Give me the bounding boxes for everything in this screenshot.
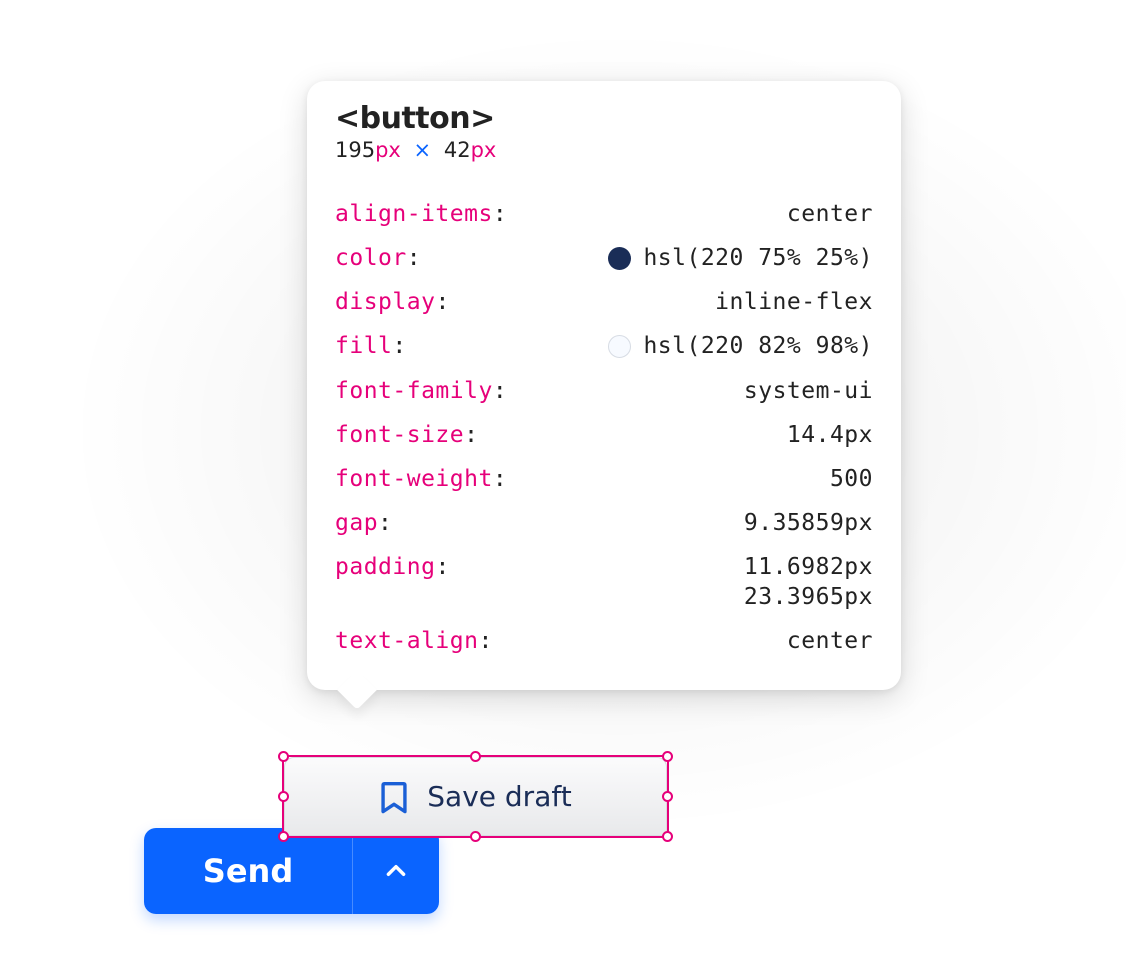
prop-row: font-family: system-ui (335, 369, 873, 413)
prop-name: text-align: (335, 629, 493, 653)
resize-handle-icon[interactable] (470, 831, 481, 842)
send-button-group: Send (144, 828, 439, 914)
prop-name: color: (335, 246, 421, 270)
resize-handle-icon[interactable] (278, 751, 289, 762)
color-swatch-icon (608, 335, 631, 358)
resize-handle-icon[interactable] (662, 791, 673, 802)
prop-name: display: (335, 290, 450, 314)
prop-row: gap: 9.35859px (335, 501, 873, 545)
prop-row: font-size: 14.4px (335, 413, 873, 457)
dim-width-unit: px (375, 138, 401, 162)
resize-handle-icon[interactable] (278, 831, 289, 842)
prop-row: align-items: center (335, 192, 873, 236)
prop-value: inline-flex (715, 290, 873, 314)
prop-name: font-family: (335, 379, 507, 403)
prop-row: display: inline-flex (335, 280, 873, 324)
prop-value: 11.6982px 23.3965px (744, 555, 873, 609)
inspected-tag: <button> (335, 101, 873, 136)
resize-handle-icon[interactable] (662, 751, 673, 762)
send-dropdown-toggle[interactable] (353, 828, 439, 914)
resize-handle-icon[interactable] (470, 751, 481, 762)
prop-value: 9.35859px (744, 511, 873, 535)
dim-width: 195 (335, 138, 375, 162)
prop-value: system-ui (744, 379, 873, 403)
inspected-dimensions: 195px × 42px (335, 138, 873, 162)
dim-times: × (414, 138, 432, 162)
send-button[interactable]: Send (144, 828, 353, 914)
prop-value: center (787, 202, 873, 226)
resize-handle-icon[interactable] (278, 791, 289, 802)
prop-value: hsl(220 82% 98%) (608, 334, 873, 358)
inspector-tooltip: <button> 195px × 42px align-items: cente… (307, 81, 901, 690)
resize-handle-icon[interactable] (662, 831, 673, 842)
dim-height-unit: px (471, 138, 497, 162)
prop-name: font-weight: (335, 467, 507, 491)
prop-row: fill: hsl(220 82% 98%) (335, 324, 873, 368)
prop-name: gap: (335, 511, 392, 535)
prop-value: center (787, 629, 873, 653)
selection-outline (282, 755, 669, 838)
prop-name: fill: (335, 334, 407, 358)
prop-value: hsl(220 75% 25%) (608, 246, 873, 270)
dim-height: 42 (444, 138, 471, 162)
prop-row: text-align: center (335, 619, 873, 663)
prop-row: padding: 11.6982px 23.3965px (335, 545, 873, 619)
send-label: Send (203, 852, 293, 890)
chevron-up-icon (383, 858, 409, 884)
prop-value: 500 (830, 467, 873, 491)
prop-row: font-weight: 500 (335, 457, 873, 501)
prop-name: align-items: (335, 202, 507, 226)
prop-value: 14.4px (787, 423, 873, 447)
prop-name: padding: (335, 555, 450, 579)
prop-name: font-size: (335, 423, 478, 447)
prop-row: color: hsl(220 75% 25%) (335, 236, 873, 280)
tooltip-arrow-icon (337, 670, 377, 710)
color-swatch-icon (608, 247, 631, 270)
